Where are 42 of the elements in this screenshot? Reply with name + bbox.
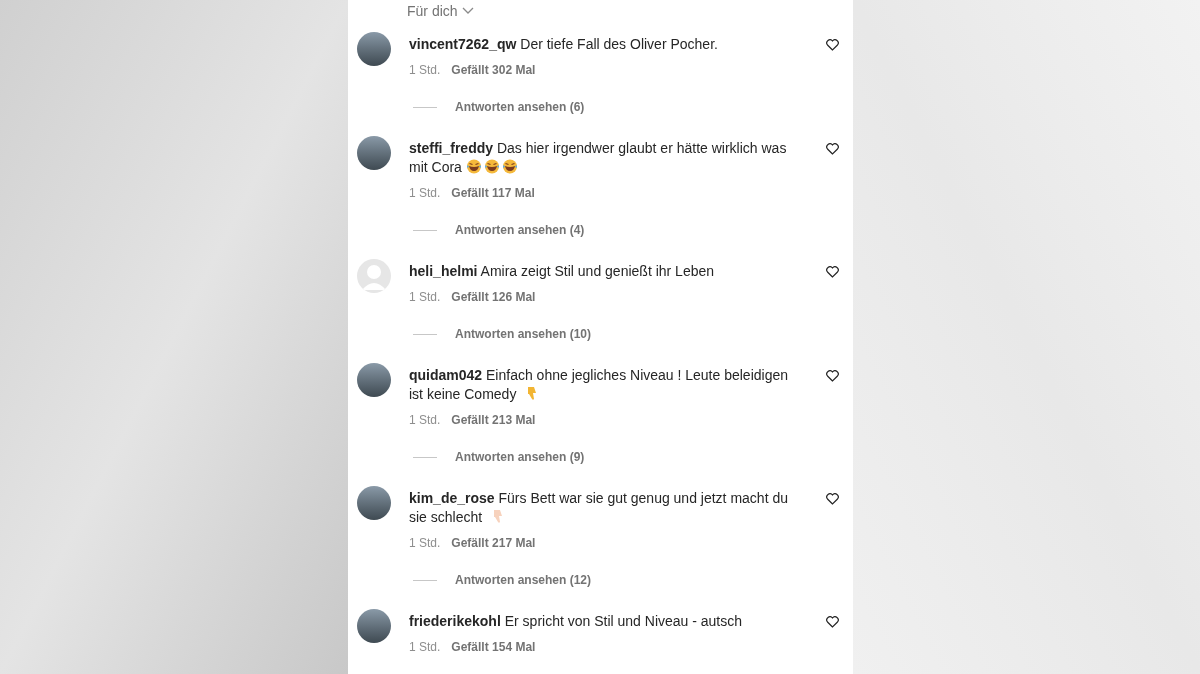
like-heart-icon[interactable]: [826, 493, 839, 505]
comment-text: friederikekohl Er spricht von Stil und Niveau - autsch: [409, 612, 744, 631]
likes-count[interactable]: Gefällt 217 Mal: [451, 535, 536, 551]
username-link[interactable]: heli_helmi: [409, 263, 478, 279]
comment-text: steffi_freddy Das hier irgendwer glaubt er hätte wirklich was mit Cora: [409, 139, 788, 177]
comment-text: kim_de_rose Fürs Bett war sie gut genug und jetzt macht du sie schlecht: [409, 489, 789, 527]
comment-text: heli_helmi Amira zeigt Stil und genießt ihr Leben: [409, 262, 716, 281]
avatar-photo-placeholder[interactable]: [357, 609, 391, 643]
avatar-photo-placeholder[interactable]: [357, 32, 391, 66]
like-heart-icon[interactable]: [826, 616, 839, 628]
comment-time: 1 Std.: [409, 412, 441, 428]
comment-time: 1 Std.: [409, 639, 441, 655]
sort-dropdown[interactable]: Für dich: [407, 2, 474, 20]
view-replies-link[interactable]: Antworten ansehen (4): [455, 221, 585, 239]
likes-count[interactable]: Gefällt 154 Mal: [451, 639, 536, 655]
comment-text: vincent7262_qw Der tiefe Fall des Oliver Pocher.: [409, 35, 719, 54]
likes-count[interactable]: Gefällt 126 Mal: [451, 289, 536, 305]
like-heart-icon[interactable]: [826, 266, 839, 278]
username-link[interactable]: quidam042: [409, 367, 483, 383]
username-link[interactable]: friederikekohl: [409, 613, 501, 629]
view-replies-link[interactable]: Antworten ansehen (12): [455, 571, 592, 589]
likes-count[interactable]: Gefällt 213 Mal: [451, 412, 536, 428]
username-link[interactable]: kim_de_rose: [409, 490, 495, 506]
like-heart-icon[interactable]: [826, 370, 839, 382]
username-link[interactable]: vincent7262_qw: [409, 36, 517, 52]
comment-time: 1 Std.: [409, 185, 441, 201]
likes-count[interactable]: Gefällt 117 Mal: [451, 185, 535, 201]
view-replies-link[interactable]: Antworten ansehen (6): [455, 98, 585, 116]
avatar-photo-placeholder[interactable]: [357, 136, 391, 170]
comment-text: quidam042 Einfach ohne jegliches Niveau ! Leute beleidigen ist keine Comedy: [409, 366, 790, 404]
comment-time: 1 Std.: [409, 62, 441, 78]
view-replies-link[interactable]: Antworten ansehen (10): [455, 325, 592, 343]
comment-time: 1 Std.: [409, 289, 441, 305]
like-heart-icon[interactable]: [826, 143, 839, 155]
view-replies-link[interactable]: Antworten ansehen (9): [455, 448, 585, 466]
username-link[interactable]: steffi_freddy: [409, 140, 494, 156]
avatar-photo-placeholder[interactable]: [357, 363, 391, 397]
chevron-down-icon: [461, 7, 474, 15]
likes-count[interactable]: Gefällt 302 Mal: [451, 62, 536, 78]
comment-time: 1 Std.: [409, 535, 441, 551]
like-heart-icon[interactable]: [826, 39, 839, 51]
avatar-photo-placeholder[interactable]: [357, 486, 391, 520]
